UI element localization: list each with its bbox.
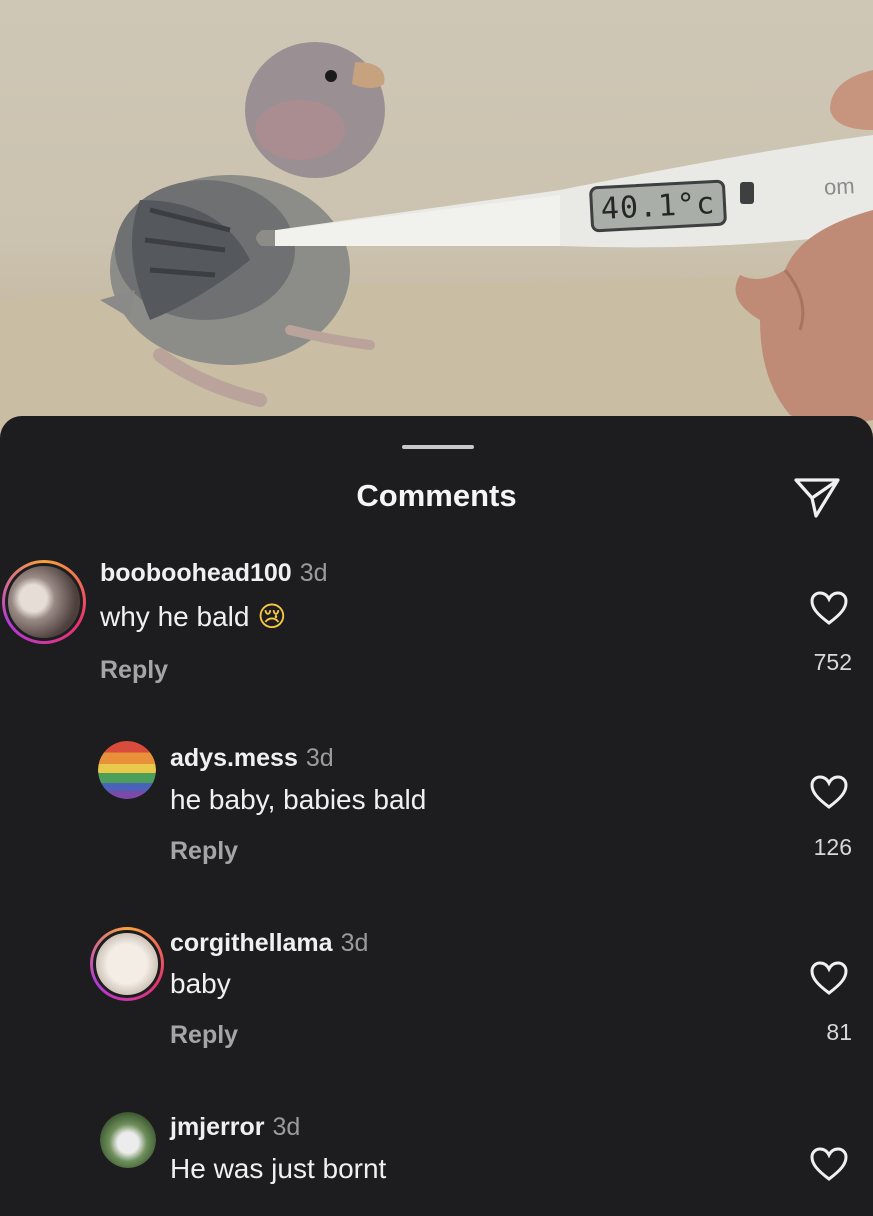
thermometer-brand: om [823,173,856,200]
parakeet-photo [0,42,873,440]
reply-button[interactable]: Reply [170,1021,238,1050]
crying-face-emoji: 😢 [257,600,287,633]
username-text[interactable]: jmjerror [170,1113,264,1141]
like-count: 81 [826,1019,852,1045]
comment-body: why he bald [100,601,250,632]
comment-text: He was just bornt [170,1153,387,1184]
comment-username[interactable]: adys.mess 3d [170,744,334,773]
comment-username[interactable]: booboohead100 3d [100,559,328,588]
comment-age: 3d [305,744,334,772]
heart-outline-icon[interactable] [809,960,849,996]
comment-age: 3d [272,1113,301,1141]
like-count: 126 [813,834,852,860]
like-count: 752 [813,649,852,675]
sheet-drag-handle[interactable] [402,445,474,449]
comment-text: baby [170,968,231,999]
avatar[interactable] [2,560,86,644]
username-text[interactable]: corgithellama [170,929,333,957]
heart-outline-icon[interactable] [809,590,849,626]
sheet-title: Comments [356,478,517,513]
video-frame[interactable]: 40.1°c om [0,0,873,440]
reply-button[interactable]: Reply [170,837,238,866]
comment-username[interactable]: jmjerror 3d [170,1113,300,1142]
username-text[interactable]: adys.mess [170,744,298,772]
avatar[interactable] [90,927,164,1001]
paper-plane-icon[interactable] [792,474,842,520]
comment-age: 3d [299,559,328,587]
comments-sheet [0,416,873,1216]
comment-text: he baby, babies bald [170,784,427,815]
username-text[interactable]: booboohead100 [100,559,292,587]
comment-age: 3d [340,929,369,957]
heart-outline-icon[interactable] [809,774,849,810]
comment-username[interactable]: corgithellama 3d [170,929,368,958]
avatar[interactable] [98,741,156,799]
reply-button[interactable]: Reply [100,656,168,685]
thermometer-display: 40.1°c [588,179,728,233]
avatar[interactable] [100,1112,156,1168]
comment-text: why he bald 😢 [100,600,286,633]
heart-outline-icon[interactable] [809,1146,849,1182]
